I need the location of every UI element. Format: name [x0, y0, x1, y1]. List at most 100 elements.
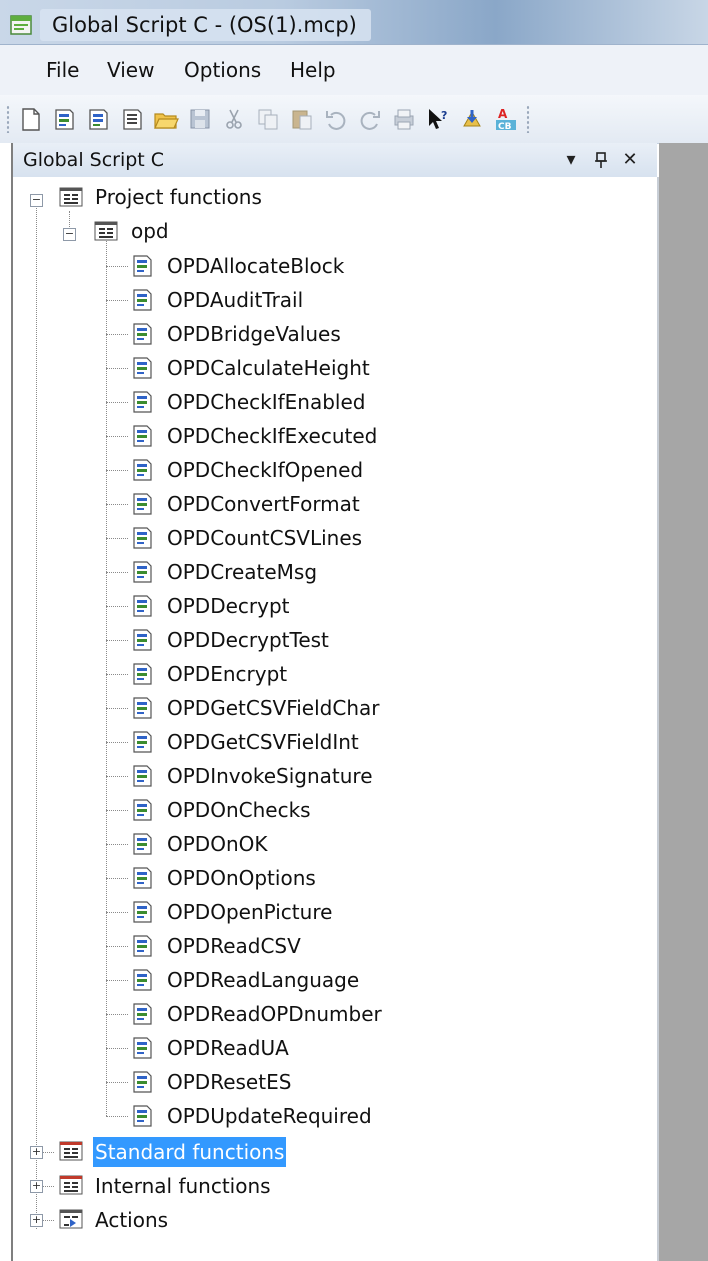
tree-node-function[interactable]: OPDGetCSVFieldInt: [165, 727, 361, 757]
function-library-icon: [56, 185, 86, 209]
tree-line-opd: [106, 241, 107, 1116]
expand-internal-functions[interactable]: +: [30, 1180, 43, 1193]
tree-hline-function: [106, 946, 128, 947]
function-file-icon: [127, 322, 157, 346]
collapse-project-functions[interactable]: −: [30, 194, 43, 207]
tree-hline-function: [106, 368, 128, 369]
tree-node-function[interactable]: OPDOnChecks: [165, 795, 313, 825]
tree-hline-function: [106, 504, 128, 505]
function-file-icon: [127, 662, 157, 686]
function-file-icon: [127, 492, 157, 516]
tree-line-root: [36, 201, 37, 1229]
tree-hline-function: [106, 674, 128, 675]
svg-text:A: A: [498, 107, 508, 121]
tree-node-function[interactable]: OPDInvokeSignature: [165, 761, 375, 791]
tree-node-function[interactable]: OPDAuditTrail: [165, 285, 305, 315]
toolbar-grip[interactable]: [6, 105, 10, 133]
function-file-icon: [127, 900, 157, 924]
tree-hline-function: [106, 776, 128, 777]
tree-node-function[interactable]: OPDCheckIfOpened: [165, 455, 365, 485]
function-file-icon: [127, 866, 157, 890]
tree-node-function[interactable]: OPDOnOptions: [165, 863, 318, 893]
function-file-icon: [127, 526, 157, 550]
tree-node-function[interactable]: OPDReadCSV: [165, 931, 303, 961]
tree-node-standard-functions[interactable]: Standard functions: [93, 1137, 287, 1167]
new-icon[interactable]: [16, 105, 44, 133]
save-icon[interactable]: [186, 105, 214, 133]
tree-node-function[interactable]: OPDCheckIfEnabled: [165, 387, 368, 417]
tree-hline-function: [106, 1116, 128, 1117]
tree-node-function[interactable]: OPDCalculateHeight: [165, 353, 372, 383]
tree-node-function[interactable]: OPDCheckIfExecuted: [165, 421, 379, 451]
cut-icon[interactable]: [220, 105, 248, 133]
menu-bar: File View Options Help: [0, 45, 708, 95]
tree-node-function[interactable]: OPDCountCSVLines: [165, 523, 364, 553]
undo-icon[interactable]: [322, 105, 350, 133]
pane-title: Global Script C: [23, 149, 165, 171]
close-icon[interactable]: ✕: [619, 143, 641, 177]
menu-view[interactable]: View: [107, 45, 154, 95]
function-file-icon: [127, 968, 157, 992]
tree-node-function[interactable]: OPDEncrypt: [165, 659, 289, 689]
collapse-opd[interactable]: −: [63, 228, 76, 241]
menu-file[interactable]: File: [46, 45, 79, 95]
tree-node-opd[interactable]: opd: [129, 216, 171, 246]
function-file-icon: [127, 1104, 157, 1128]
function-file-icon: [127, 458, 157, 482]
tree-hline-function: [106, 844, 128, 845]
function-tree[interactable]: − Project functions − opd OPDAllocateBlo…: [13, 177, 659, 1261]
tree-hline-function: [106, 436, 128, 437]
open-folder-icon[interactable]: [152, 105, 180, 133]
help-pointer-icon[interactable]: ?: [424, 105, 452, 133]
tree-node-function[interactable]: OPDCreateMsg: [165, 557, 319, 587]
tree-hline-function: [106, 1048, 128, 1049]
new-function-icon[interactable]: [50, 105, 78, 133]
tree-hline-function: [106, 708, 128, 709]
tree-node-function[interactable]: OPDReadUA: [165, 1033, 291, 1063]
tree-node-actions[interactable]: Actions: [93, 1205, 170, 1235]
pin-icon[interactable]: [590, 143, 612, 177]
print-icon[interactable]: [390, 105, 418, 133]
svg-text:CB: CB: [498, 122, 512, 132]
font-color-icon[interactable]: A CB: [492, 105, 520, 133]
tree-node-function[interactable]: OPDDecrypt: [165, 591, 292, 621]
toolbar: ? A CB: [0, 95, 708, 144]
tree-node-function[interactable]: OPDReadLanguage: [165, 965, 361, 995]
expand-standard-functions[interactable]: +: [30, 1146, 43, 1159]
menu-help[interactable]: Help: [290, 45, 336, 95]
app-icon: [8, 14, 34, 36]
tree-node-function[interactable]: OPDConvertFormat: [165, 489, 362, 519]
tree-hline-function: [106, 640, 128, 641]
tree-node-function[interactable]: OPDOnOK: [165, 829, 269, 859]
function-file-icon: [127, 798, 157, 822]
tree-node-function[interactable]: OPDOpenPicture: [165, 897, 334, 927]
tree-node-internal-functions[interactable]: Internal functions: [93, 1171, 273, 1201]
compile-icon[interactable]: [458, 105, 486, 133]
function-file-icon: [127, 594, 157, 618]
new-header-icon[interactable]: [118, 105, 146, 133]
tree-hline-function: [106, 572, 128, 573]
toolbar-grip-2[interactable]: [526, 105, 530, 133]
tree-node-function[interactable]: OPDAllocateBlock: [165, 251, 346, 281]
function-file-icon: [127, 764, 157, 788]
new-action-icon[interactable]: [84, 105, 112, 133]
function-library-icon: [91, 219, 121, 243]
menu-options[interactable]: Options: [184, 45, 261, 95]
copy-icon[interactable]: [254, 105, 282, 133]
tree-node-project-functions[interactable]: Project functions: [93, 182, 264, 212]
dropdown-icon[interactable]: ▾: [560, 143, 582, 177]
tree-node-function[interactable]: OPDReadOPDnumber: [165, 999, 384, 1029]
tree-node-function[interactable]: OPDResetES: [165, 1067, 293, 1097]
function-file-icon: [127, 356, 157, 380]
tree-node-function[interactable]: OPDBridgeValues: [165, 319, 343, 349]
tree-node-function[interactable]: OPDDecryptTest: [165, 625, 331, 655]
window-title: Global Script C - (OS(1).mcp): [40, 9, 371, 41]
tree-node-function[interactable]: OPDGetCSVFieldChar: [165, 693, 381, 723]
function-file-icon: [127, 934, 157, 958]
tree-hline-function: [106, 980, 128, 981]
paste-icon[interactable]: [288, 105, 316, 133]
expand-actions[interactable]: +: [30, 1214, 43, 1227]
tree-node-function[interactable]: OPDUpdateRequired: [165, 1101, 374, 1131]
redo-icon[interactable]: [356, 105, 384, 133]
function-file-icon: [127, 288, 157, 312]
